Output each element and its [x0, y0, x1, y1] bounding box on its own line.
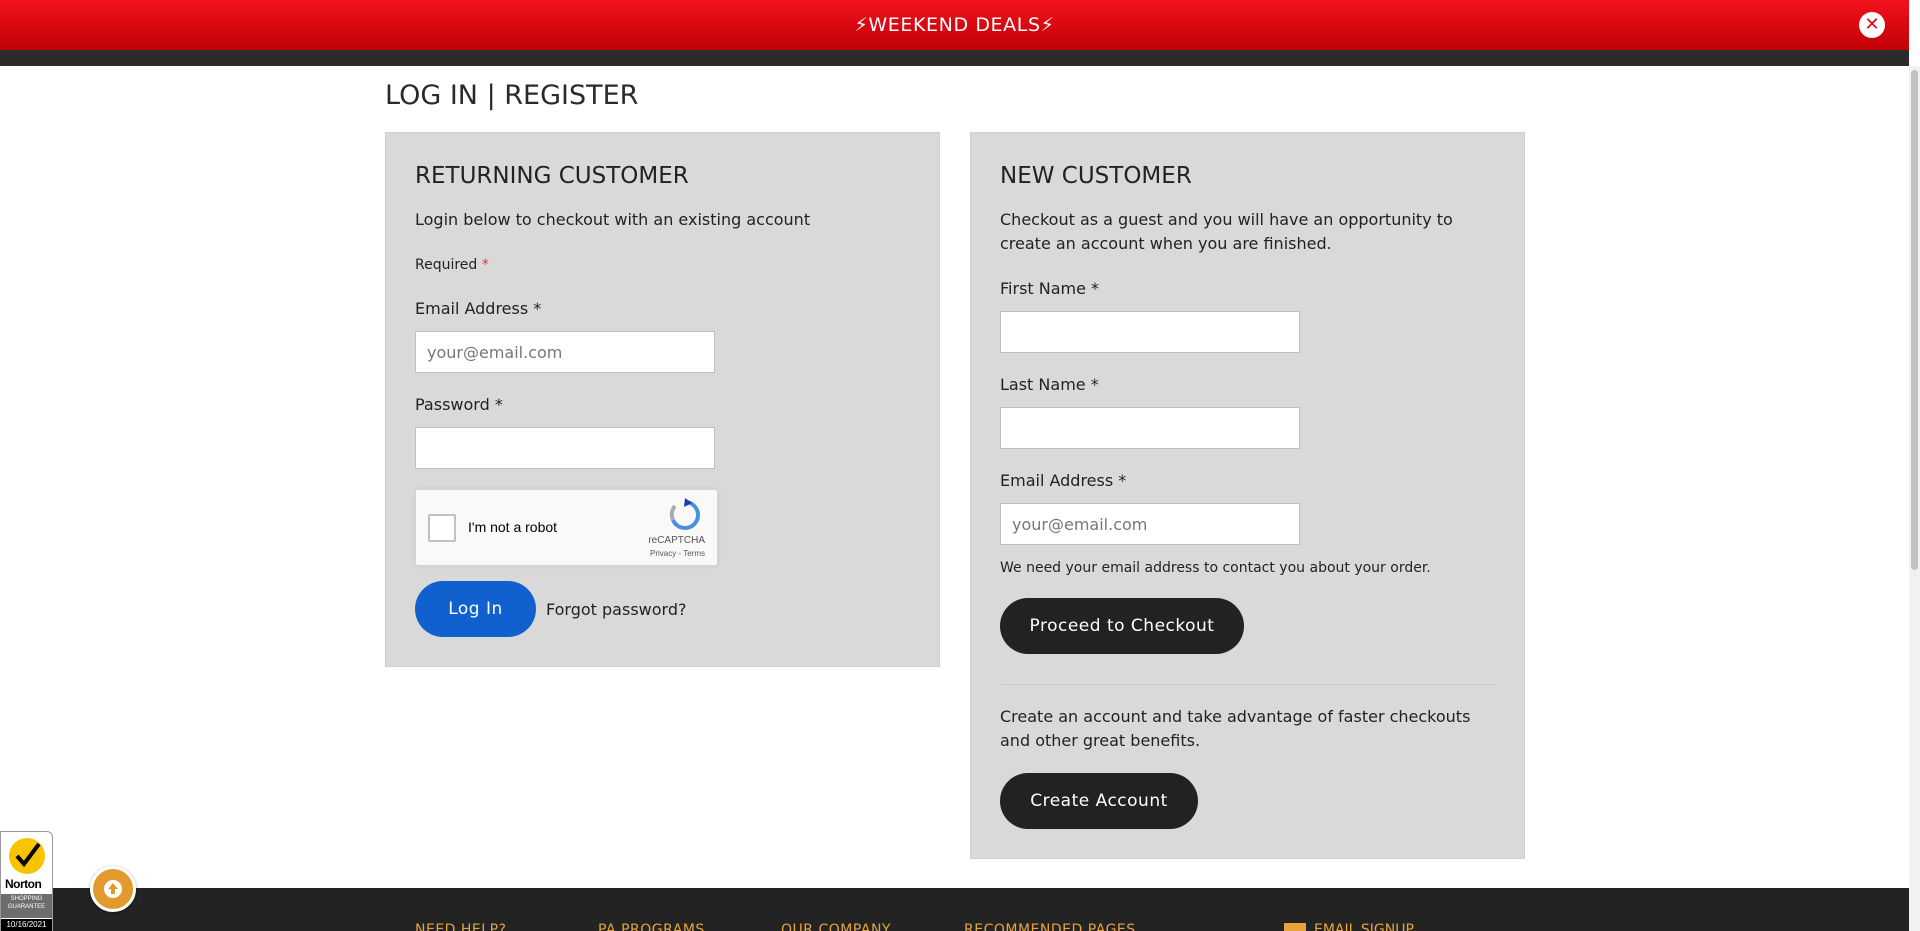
- page-scrollbar[interactable]: [1909, 66, 1920, 931]
- new-email-label: Email Address *: [1000, 471, 1127, 490]
- recaptcha-terms[interactable]: Privacy - Terms: [650, 549, 705, 558]
- guest-email-input[interactable]: [1000, 503, 1300, 545]
- email-signup-link[interactable]: EMAIL SIGNUP: [1314, 922, 1414, 931]
- last-name-label: Last Name *: [1000, 375, 1099, 394]
- returning-customer-intro: Login below to checkout with an existing…: [415, 210, 811, 229]
- first-name-input[interactable]: [1000, 311, 1300, 353]
- new-customer-intro: Checkout as a guest and you will have an…: [1000, 210, 1453, 253]
- new-customer-heading: NEW CUSTOMER: [1000, 163, 1192, 189]
- checkmark-icon: [9, 838, 45, 874]
- login-password-input[interactable]: [415, 427, 715, 469]
- password-label: Password *: [415, 395, 503, 414]
- recaptcha-widget: I'm not a robot reCAPTCHA Privacy - Term…: [415, 489, 718, 566]
- first-name-label: First Name *: [1000, 279, 1100, 298]
- section-divider: [1001, 684, 1496, 685]
- new-customer-panel: NEW CUSTOMER Checkout as a guest and you…: [970, 132, 1525, 859]
- promo-text[interactable]: ⚡WEEKEND DEALS⚡: [854, 14, 1054, 36]
- back-to-top-button[interactable]: [90, 866, 136, 912]
- recaptcha-logo-icon: [669, 498, 700, 530]
- norton-guarantee: SHOPPING GUARANTEE: [1, 894, 52, 918]
- required-label: Required: [415, 257, 478, 273]
- footer-col-pa-programs[interactable]: PA PROGRAMS: [598, 922, 705, 931]
- arrow-up-icon: [104, 880, 122, 898]
- page-title: LOG IN | REGISTER: [385, 80, 639, 111]
- forgot-password-link[interactable]: Forgot password?: [546, 600, 686, 619]
- email-note: We need your email address to contact yo…: [1000, 560, 1431, 576]
- close-icon[interactable]: ✕: [1859, 12, 1885, 38]
- site-footer: NEED HELP? PA PROGRAMS OUR COMPANY RECOM…: [0, 888, 1909, 931]
- footer-col-need-help[interactable]: NEED HELP?: [415, 922, 506, 931]
- required-note: Required *: [415, 257, 489, 273]
- login-email-input[interactable]: [415, 331, 715, 373]
- login-button[interactable]: Log In: [415, 581, 536, 637]
- recaptcha-checkbox[interactable]: [428, 514, 456, 542]
- create-account-button[interactable]: Create Account: [1000, 773, 1198, 829]
- mail-icon: [1284, 923, 1306, 931]
- required-star: *: [481, 257, 489, 273]
- last-name-input[interactable]: [1000, 407, 1300, 449]
- norton-name: Norton: [5, 877, 42, 891]
- returning-customer-panel: RETURNING CUSTOMER Login below to checko…: [385, 132, 940, 667]
- email-label: Email Address *: [415, 299, 542, 318]
- norton-date: 10/16/2021: [1, 919, 52, 931]
- scrollbar-thumb[interactable]: [1911, 70, 1918, 570]
- recaptcha-label: I'm not a robot: [468, 519, 558, 535]
- footer-col-recommended-pages[interactable]: RECOMMENDED PAGES: [964, 922, 1136, 931]
- proceed-to-checkout-button[interactable]: Proceed to Checkout: [1000, 598, 1244, 654]
- promo-banner: ⚡WEEKEND DEALS⚡ ✕: [0, 0, 1909, 50]
- footer-col-our-company[interactable]: OUR COMPANY: [781, 922, 891, 931]
- create-account-text: Create an account and take advantage of …: [1000, 707, 1471, 750]
- norton-badge[interactable]: Norton SHOPPING GUARANTEE 10/16/2021: [0, 831, 53, 931]
- recaptcha-brand: reCAPTCHA: [648, 535, 705, 546]
- returning-customer-heading: RETURNING CUSTOMER: [415, 163, 689, 189]
